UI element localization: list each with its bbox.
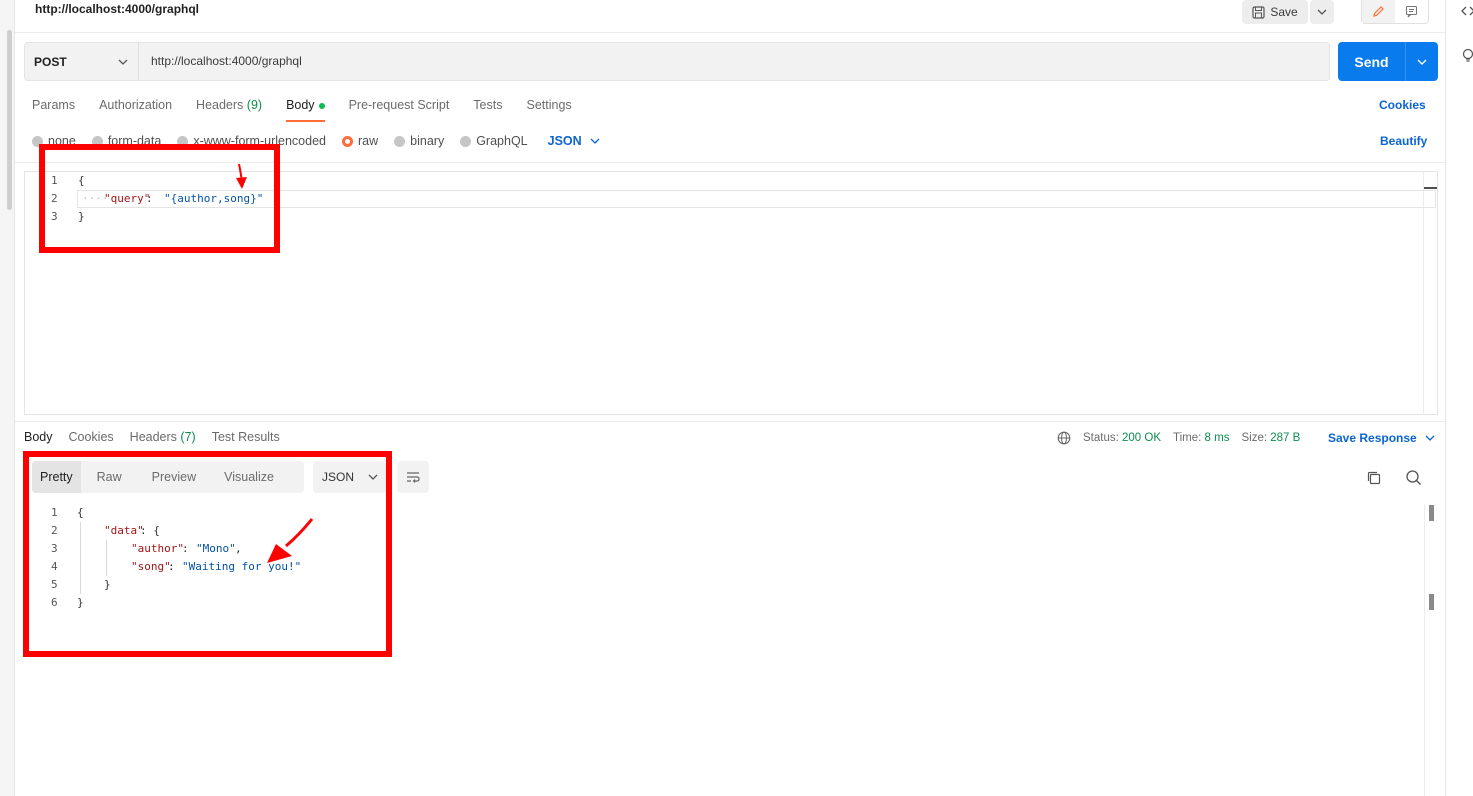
save-options-button[interactable] bbox=[1310, 0, 1334, 24]
save-label: Save bbox=[1270, 5, 1298, 19]
send-options-button[interactable] bbox=[1405, 42, 1438, 81]
status-field[interactable]: Status: 200 OK bbox=[1083, 432, 1161, 444]
comment-icon bbox=[1405, 5, 1418, 18]
save-response-label: Save Response bbox=[1328, 431, 1417, 445]
cookies-link[interactable]: Cookies bbox=[1379, 98, 1426, 112]
size-field[interactable]: Size: 287 B bbox=[1241, 432, 1300, 444]
right-sidebar bbox=[1445, 0, 1473, 796]
chevron-down-icon bbox=[118, 59, 128, 65]
beautify-link[interactable]: Beautify bbox=[1380, 134, 1427, 148]
radio-label: binary bbox=[410, 134, 445, 148]
send-button[interactable]: Send bbox=[1338, 42, 1405, 81]
header-divider bbox=[15, 32, 1445, 33]
tab-label: Body bbox=[286, 98, 315, 112]
radio-binary[interactable]: binary bbox=[394, 134, 444, 148]
editor-scroll-marker bbox=[1424, 187, 1437, 189]
tab-pre-request-script[interactable]: Pre-request Script bbox=[349, 98, 450, 122]
tab-authorization[interactable]: Authorization bbox=[99, 98, 172, 122]
tab-settings[interactable]: Settings bbox=[526, 98, 571, 122]
size-label: Size: bbox=[1241, 432, 1268, 444]
code-icon[interactable] bbox=[1461, 4, 1473, 18]
status-label: Status: bbox=[1083, 432, 1119, 444]
tab-label: Headers bbox=[129, 430, 177, 444]
response-meta: Status: 200 OK Time: 8 ms Size: 287 B bbox=[1057, 431, 1300, 445]
resp-tab-cookies[interactable]: Cookies bbox=[69, 430, 114, 444]
response-scrollbar[interactable] bbox=[1424, 505, 1438, 796]
time-field[interactable]: Time: 8 ms bbox=[1173, 432, 1229, 444]
radio-label: raw bbox=[358, 134, 379, 148]
chevron-down-icon bbox=[1417, 59, 1427, 65]
headers-count: (7) bbox=[180, 430, 196, 444]
tab-label: Params bbox=[32, 98, 76, 112]
time-value: 8 ms bbox=[1204, 432, 1230, 444]
resp-tab-test-results[interactable]: Test Results bbox=[212, 430, 280, 444]
globe-icon[interactable] bbox=[1057, 431, 1071, 445]
radio-label: GraphQL bbox=[476, 134, 528, 148]
edit-mode-button[interactable] bbox=[1362, 0, 1395, 23]
view-mode-toggle bbox=[1361, 0, 1429, 24]
tab-label: Pre-request Script bbox=[348, 98, 450, 112]
size-value: 287 B bbox=[1270, 432, 1301, 444]
annotation-box-request bbox=[39, 144, 280, 253]
wrap-lines-button[interactable] bbox=[397, 461, 429, 493]
tab-params[interactable]: Params bbox=[32, 98, 75, 122]
response-scroll-marker bbox=[1429, 594, 1434, 610]
resp-tab-headers[interactable]: Headers (7) bbox=[130, 430, 196, 444]
copy-icon[interactable] bbox=[1366, 470, 1382, 486]
response-scroll-thumb[interactable] bbox=[1429, 505, 1434, 521]
method-select[interactable]: POST bbox=[24, 42, 139, 81]
pencil-icon bbox=[1373, 6, 1384, 17]
search-icon[interactable] bbox=[1405, 469, 1422, 486]
tab-label: Authorization bbox=[99, 98, 173, 112]
chevron-down-icon bbox=[1317, 9, 1327, 15]
lightbulb-icon[interactable] bbox=[1461, 48, 1473, 64]
pane-divider[interactable] bbox=[15, 421, 1445, 422]
annotation-box-response bbox=[23, 451, 392, 657]
current-line-highlight bbox=[77, 190, 1436, 208]
save-response-button[interactable]: Save Response bbox=[1328, 431, 1435, 445]
request-title: http://localhost:4000/graphql bbox=[35, 2, 200, 16]
headers-count: (9) bbox=[246, 98, 263, 112]
save-icon bbox=[1252, 5, 1265, 19]
response-tabs: Body Cookies Headers (7) Test Results bbox=[24, 430, 280, 444]
status-value: 200 OK bbox=[1122, 432, 1162, 444]
tab-tests[interactable]: Tests bbox=[473, 98, 502, 122]
tab-label: Settings bbox=[526, 98, 572, 112]
left-scrollbar[interactable] bbox=[7, 30, 12, 210]
url-input[interactable]: http://localhost:4000/graphql bbox=[151, 54, 302, 68]
raw-format-select[interactable]: JSON bbox=[548, 134, 600, 148]
radio-raw[interactable]: raw bbox=[342, 134, 378, 148]
annotation-arrow bbox=[267, 518, 314, 563]
annotation-arrow bbox=[236, 163, 247, 189]
save-button[interactable]: Save bbox=[1242, 0, 1308, 24]
chevron-down-icon bbox=[1425, 435, 1435, 441]
time-label: Time: bbox=[1173, 432, 1202, 444]
request-tabs: Params Authorization Headers (9) Body Pr… bbox=[32, 98, 572, 122]
tab-body[interactable]: Body bbox=[286, 98, 325, 122]
resp-tab-body[interactable]: Body bbox=[24, 430, 53, 444]
radio-graphql[interactable]: GraphQL bbox=[460, 134, 528, 148]
raw-format-label: JSON bbox=[547, 134, 582, 148]
tab-label: Tests bbox=[473, 98, 503, 112]
wrap-lines-icon bbox=[407, 472, 420, 483]
tab-label: Headers bbox=[196, 98, 244, 112]
tab-headers[interactable]: Headers (9) bbox=[196, 98, 262, 122]
method-label: POST bbox=[34, 54, 67, 69]
body-indicator-dot bbox=[318, 102, 325, 109]
chevron-down-icon bbox=[590, 138, 600, 144]
comment-mode-button[interactable] bbox=[1395, 0, 1428, 23]
